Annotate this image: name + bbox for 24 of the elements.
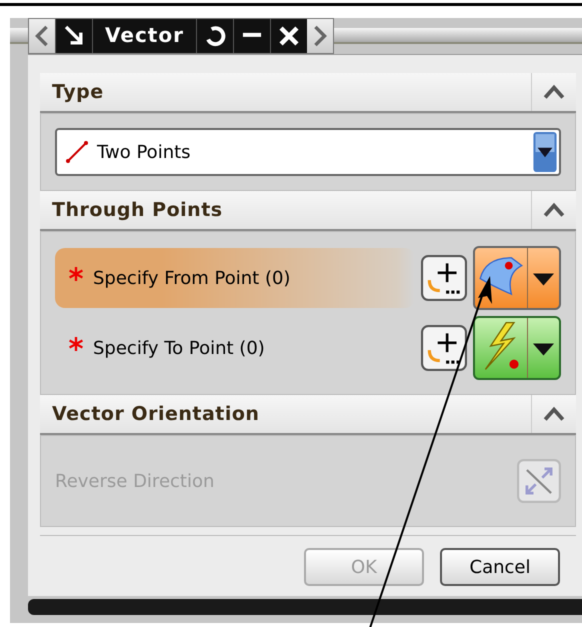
section-header[interactable]: Type	[40, 73, 576, 113]
point-row[interactable]: Specify To Point (0)	[55, 318, 415, 378]
dialog-button[interactable]: Cancel	[440, 548, 560, 586]
section-header[interactable]: Through Points	[40, 191, 576, 231]
section-header[interactable]: Vector Orientation	[40, 395, 576, 435]
section-title: Vector Orientation	[51, 403, 260, 425]
point-constructor-icon[interactable]	[421, 255, 467, 301]
window-title: Vector	[92, 19, 196, 53]
section-title: Through Points	[51, 199, 224, 221]
point-label: Specify From Point (0)	[93, 268, 290, 288]
option-label: Reverse Direction	[55, 470, 216, 492]
point-row[interactable]: Specify From Point (0)	[55, 248, 415, 308]
type-dropdown[interactable]: Two Points	[55, 128, 561, 176]
point-label: Specify To Point (0)	[93, 338, 265, 358]
dropdown-value: Two Points	[97, 142, 192, 162]
point-constructor-icon[interactable]	[421, 325, 467, 371]
point-type-button[interactable]	[473, 316, 561, 380]
section-title: Type	[51, 81, 105, 103]
line-icon	[65, 140, 89, 164]
collapse-icon[interactable]	[543, 84, 565, 100]
collapse-icon[interactable]	[543, 202, 565, 218]
point-type-button[interactable]	[473, 246, 561, 310]
collapse-icon[interactable]	[543, 406, 565, 422]
reverse-direction-icon[interactable]	[517, 459, 561, 503]
